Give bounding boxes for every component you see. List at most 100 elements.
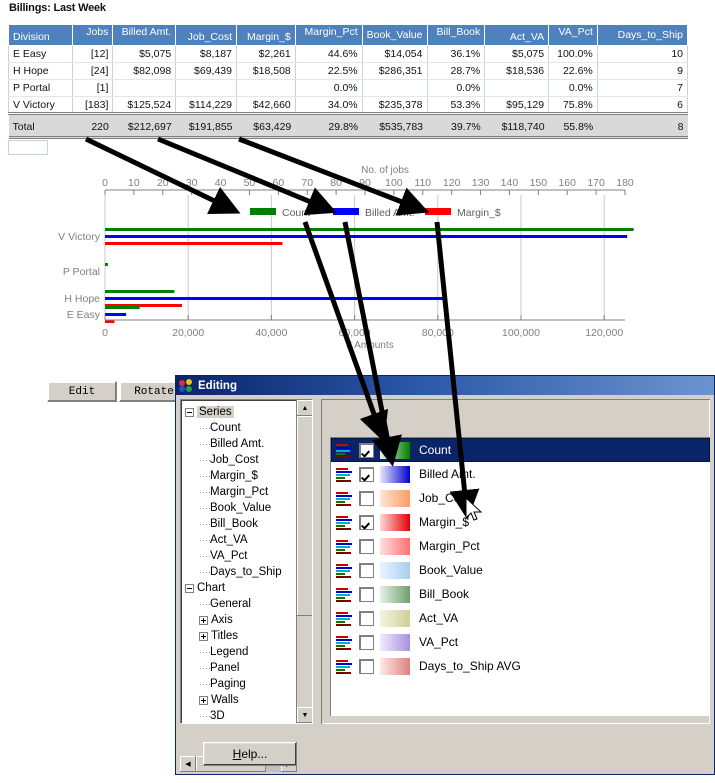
series-color-swatch[interactable] xyxy=(380,489,410,507)
col-header-book-value[interactable]: Book_Value xyxy=(361,24,428,46)
series-color-swatch[interactable] xyxy=(380,465,410,483)
series-color-swatch[interactable] xyxy=(380,561,410,579)
billings-bar-chart[interactable]: No. of jobs 0 10 20 30 40 50 60 70 80 90 100 110 120… xyxy=(0,160,660,360)
series-color-swatch[interactable] xyxy=(380,585,410,603)
edit-button[interactable]: Edit xyxy=(47,381,117,402)
col-header-division[interactable]: Division xyxy=(8,24,73,46)
tree-node[interactable]: ···· Act_VA xyxy=(185,532,297,548)
legend-label[interactable]: Billed Amt. xyxy=(365,207,415,219)
chart-legend[interactable]: Count Billed Amt. Margin_$ xyxy=(250,207,501,219)
series-list-item[interactable]: Count xyxy=(331,438,710,462)
series-checkbox[interactable] xyxy=(360,563,373,577)
table-row[interactable]: E Easy [12] $5,075 $8,187 $2,261 44.6% $… xyxy=(8,45,689,63)
tree-node[interactable]: ···· General xyxy=(185,596,297,612)
legend-label[interactable]: Margin_$ xyxy=(457,207,501,219)
cell-book-value-highlighted[interactable]: $286,351 xyxy=(361,62,428,80)
series-color-swatch[interactable] xyxy=(380,441,410,459)
col-header-va-pct[interactable]: VA_Pct xyxy=(548,24,598,46)
tree-node[interactable]: Series xyxy=(185,404,297,420)
series-color-swatch[interactable] xyxy=(380,657,410,675)
tree-node[interactable]: Axis xyxy=(185,612,297,628)
series-list-item[interactable]: Book_Value xyxy=(331,558,710,582)
tree-vertical-scrollbar[interactable]: ▲ ▼ xyxy=(296,400,312,723)
tree-node[interactable]: Walls xyxy=(185,692,297,708)
series-checkbox[interactable] xyxy=(360,659,373,673)
tree-node[interactable]: ···· Count xyxy=(185,420,297,436)
cell-book-value: $235,378 xyxy=(361,96,428,114)
series-list-item[interactable]: Job_Cost xyxy=(331,486,710,510)
bottom-tick-label: 120,000 xyxy=(585,327,623,339)
series-list-item[interactable]: Billed Amt. xyxy=(331,462,710,486)
col-header-job-cost[interactable]: Job_Cost xyxy=(175,24,237,46)
col-header-days-to-ship[interactable]: Days_to_Ship xyxy=(596,24,689,46)
col-header-margin-pct[interactable]: Margin_Pct xyxy=(294,24,363,46)
scroll-thumb[interactable] xyxy=(297,416,312,616)
table-row[interactable]: V Victory [183] $125,524 $114,229 $42,66… xyxy=(8,96,689,114)
legend-swatch[interactable] xyxy=(425,208,451,215)
legend-label[interactable]: Count xyxy=(282,207,310,219)
series-checkbox[interactable] xyxy=(360,539,373,553)
col-header-margin-dollar[interactable]: Margin_$ xyxy=(236,24,296,46)
col-header-bill-book[interactable]: Bill_Book xyxy=(426,24,486,46)
tree-node[interactable]: ···· Days_to_Ship xyxy=(185,564,297,580)
series-checkbox[interactable] xyxy=(360,491,373,505)
series-list-item[interactable]: Margin_$ xyxy=(331,510,710,534)
series-list-item[interactable]: VA_Pct xyxy=(331,630,710,654)
tree-node-label: Act_VA xyxy=(210,534,248,546)
top-tick-label: 30 xyxy=(186,177,198,189)
help-button[interactable]: Help... xyxy=(203,742,297,766)
series-color-swatch[interactable] xyxy=(380,633,410,651)
collapse-icon[interactable] xyxy=(185,583,194,593)
series-checkbox[interactable] xyxy=(360,443,373,457)
tree-node[interactable]: ···· Billed Amt. xyxy=(185,436,297,452)
editing-dialog[interactable]: Editing Series ···· Count ···· Billed Amt. ··… xyxy=(175,375,715,775)
tree-node[interactable]: ···· Legend xyxy=(185,644,297,660)
col-header-act-va[interactable]: Act_VA xyxy=(484,24,550,46)
tree-node-label: Count xyxy=(210,422,241,434)
tree-node-label: Axis xyxy=(211,614,233,626)
top-tick-label: 70 xyxy=(301,177,313,189)
series-list[interactable]: Count Billed Amt. Job_Cost Margin_$ Margin_P… xyxy=(330,437,710,716)
dialog-title-bar[interactable]: Editing xyxy=(176,376,714,395)
series-checkbox[interactable] xyxy=(360,611,373,625)
series-list-item[interactable]: Days_to_Ship AVG xyxy=(331,654,710,678)
legend-swatch[interactable] xyxy=(250,208,276,215)
tree-node[interactable]: ···· Margin_$ xyxy=(185,468,297,484)
tree-node[interactable]: ···· Book_Value xyxy=(185,500,297,516)
cell-book-value xyxy=(361,79,428,97)
series-color-swatch[interactable] xyxy=(380,513,410,531)
expand-icon[interactable] xyxy=(199,631,208,641)
series-list-item[interactable]: Act_VA xyxy=(331,606,710,630)
tree-node-list[interactable]: Series ···· Count ···· Billed Amt. ···· Job_Co… xyxy=(181,400,297,723)
tree-node[interactable]: ···· Panel xyxy=(185,660,297,676)
scroll-left-icon[interactable]: ◀ xyxy=(180,756,196,772)
legend-swatch[interactable] xyxy=(333,208,359,215)
tree-node[interactable]: ···· 3D xyxy=(185,708,297,723)
series-color-swatch[interactable] xyxy=(380,609,410,627)
collapse-icon[interactable] xyxy=(185,407,194,417)
series-checkbox[interactable] xyxy=(360,635,373,649)
table-row[interactable]: P Portal [1] 0.0% 0.0% 0.0% 7 xyxy=(8,79,689,97)
series-color-swatch[interactable] xyxy=(380,537,410,555)
series-label: Billed Amt. xyxy=(419,467,476,481)
col-header-billed-amt[interactable]: Billed Amt. xyxy=(112,24,177,46)
tree-node[interactable]: Titles xyxy=(185,628,297,644)
tree-node[interactable]: ···· Bill_Book xyxy=(185,516,297,532)
series-list-item[interactable]: Bill_Book xyxy=(331,582,710,606)
tree-node[interactable]: ···· Job_Cost xyxy=(185,452,297,468)
scroll-up-icon[interactable]: ▲ xyxy=(297,400,312,416)
series-list-item[interactable]: Margin_Pct xyxy=(331,534,710,558)
tree-node[interactable]: ···· Paging xyxy=(185,676,297,692)
tree-node[interactable]: ···· VA_Pct xyxy=(185,548,297,564)
scroll-down-icon[interactable]: ▼ xyxy=(297,707,312,723)
series-checkbox[interactable] xyxy=(360,587,373,601)
col-header-jobs[interactable]: Jobs xyxy=(71,24,114,46)
dialog-tree-panel[interactable]: Series ···· Count ···· Billed Amt. ···· Job_Co… xyxy=(180,399,313,724)
series-checkbox[interactable] xyxy=(360,467,373,481)
tree-node[interactable]: Chart xyxy=(185,580,297,596)
table-row[interactable]: H Hope [24] $82,098 $69,439 $18,508 22.5… xyxy=(8,62,689,80)
series-checkbox[interactable] xyxy=(360,515,373,529)
tree-node[interactable]: ···· Margin_Pct xyxy=(185,484,297,500)
expand-icon[interactable] xyxy=(199,615,208,625)
expand-icon[interactable] xyxy=(199,695,208,705)
